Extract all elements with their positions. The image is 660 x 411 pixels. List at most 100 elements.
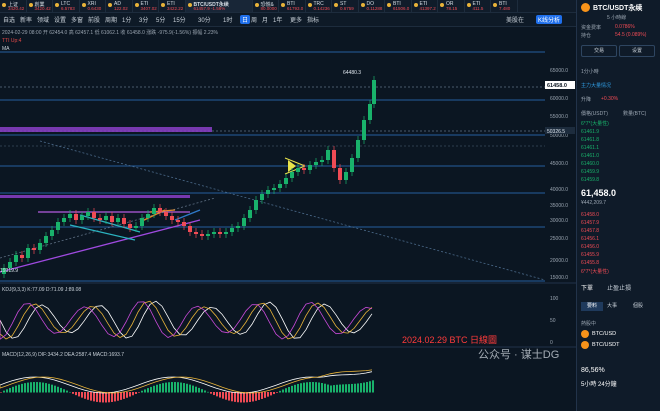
macd-bar (267, 392, 269, 397)
level-50326-text: 50326.5 (547, 129, 565, 135)
mid-price: 61,458.0 (581, 188, 617, 198)
macd-bar (276, 392, 278, 393)
price-axis-label: 55000.0 (550, 114, 568, 120)
orderbook-row[interactable]: 61458.0 (581, 212, 599, 218)
macd-bar (315, 382, 317, 393)
macd-bar (57, 386, 59, 393)
orderbook-row[interactable]: 61461.8 (581, 137, 599, 143)
macd-bar (312, 382, 314, 393)
tab-info[interactable]: 要料 (581, 302, 603, 311)
price-chart[interactable]: 65000.060000.055000.050000.045000.040000… (0, 0, 576, 411)
macd-bar (264, 392, 266, 398)
macd-bar (138, 392, 140, 393)
btc-icon-3 (581, 341, 589, 349)
support-zone (0, 195, 190, 198)
change-value: +0.30% (601, 96, 619, 102)
macd-bar (189, 384, 191, 393)
macd-bar (261, 392, 263, 399)
candle (32, 248, 36, 250)
price-axis-label: 20000.0 (550, 258, 568, 264)
orderbook-row[interactable]: 61459.8 (581, 177, 599, 183)
macd-bar (27, 382, 29, 393)
price-axis-label: 30000.0 (550, 218, 568, 224)
orderbook-row[interactable]: 61457.8 (581, 228, 599, 234)
orderbook-row[interactable]: 61461.0 (581, 153, 599, 159)
depth-label[interactable]: 主力大量情况 (581, 82, 611, 89)
orderbook-row[interactable]: 61456.1 (581, 236, 599, 242)
orderbook-row[interactable]: 61461.9 (581, 129, 599, 135)
macd-bar (60, 387, 62, 393)
oi-value: 54.5 (0.089%) (615, 32, 647, 38)
macd-bar (204, 390, 206, 393)
macd-bar (207, 391, 209, 393)
macd-bar (240, 392, 242, 403)
macd-bar (93, 392, 95, 402)
orderbook-row[interactable]: 61456.0 (581, 244, 599, 250)
macd-bar (339, 384, 341, 393)
macd-bar (309, 382, 311, 393)
orderbook-row[interactable]: 61455.9 (581, 252, 599, 258)
hot-item-1[interactable]: BTC/USD (592, 331, 616, 337)
hot-item-2[interactable]: BTC/USDT (592, 342, 620, 348)
macd-bar (213, 392, 215, 396)
candle (266, 190, 270, 194)
candle (98, 218, 102, 220)
trade-button[interactable]: 交易 (581, 45, 617, 57)
macd-bar (105, 392, 107, 403)
tab-timeframe[interactable]: 1分小時 (581, 68, 599, 75)
tab-events[interactable]: 大事 (607, 302, 617, 311)
macd-bar (252, 392, 254, 402)
candle (92, 212, 96, 218)
macd-bar (372, 380, 374, 393)
symbol-title: BTC/USDT永续 (593, 5, 643, 12)
macd-bar (303, 382, 305, 393)
timeframe-label: 5 小時線 (607, 15, 627, 21)
candle (356, 140, 360, 158)
candle (158, 208, 162, 212)
macd-bar (336, 384, 338, 393)
macd-bar (234, 392, 236, 402)
candle (218, 232, 222, 234)
tab-order[interactable]: 下單 (581, 283, 593, 292)
bids-header: 6*7*(大量性) (581, 269, 609, 275)
candle (176, 220, 180, 222)
macd-bar (87, 392, 89, 400)
macd-bar (258, 392, 260, 400)
price-col-header: 價格(USDT) (581, 111, 608, 117)
price-axis-label: 25000.0 (550, 236, 568, 242)
tab-tpsl[interactable]: 止盈止損 (607, 283, 631, 292)
candle (248, 210, 252, 218)
stat-time: 5小時 24分鐘 (581, 382, 617, 388)
candle (260, 194, 264, 200)
candle (188, 226, 192, 232)
macd-bar (285, 388, 287, 393)
macd-bar (102, 392, 104, 403)
macd-bar (369, 381, 371, 393)
settings-button[interactable]: 设置 (619, 45, 655, 57)
btc-icon (581, 3, 590, 12)
macd-bar (81, 392, 83, 398)
price-axis-label: 35000.0 (550, 203, 568, 209)
candle (368, 104, 372, 120)
macd-bar (141, 390, 143, 393)
candle (314, 162, 318, 165)
macd-bar (219, 392, 221, 398)
price-axis-label: 60000.0 (550, 96, 568, 102)
candle (38, 243, 42, 250)
candle (302, 168, 306, 170)
macd-bar (171, 382, 173, 393)
tab-stocks[interactable]: 個股 (633, 302, 643, 311)
btc-icon-2 (581, 330, 589, 338)
orderbook-row[interactable]: 61460.0 (581, 161, 599, 167)
orderbook-row[interactable]: 61461.1 (581, 145, 599, 151)
macd-bar (177, 382, 179, 393)
candle (104, 216, 108, 220)
macd-bar (54, 385, 56, 393)
orderbook-row[interactable]: 61457.9 (581, 220, 599, 226)
candle (290, 172, 294, 178)
kdj-0: 0 (550, 340, 553, 346)
orderbook-row[interactable]: 61455.8 (581, 260, 599, 266)
macd-bar (195, 386, 197, 393)
orderbook-row[interactable]: 61459.9 (581, 169, 599, 175)
candle (284, 178, 288, 184)
